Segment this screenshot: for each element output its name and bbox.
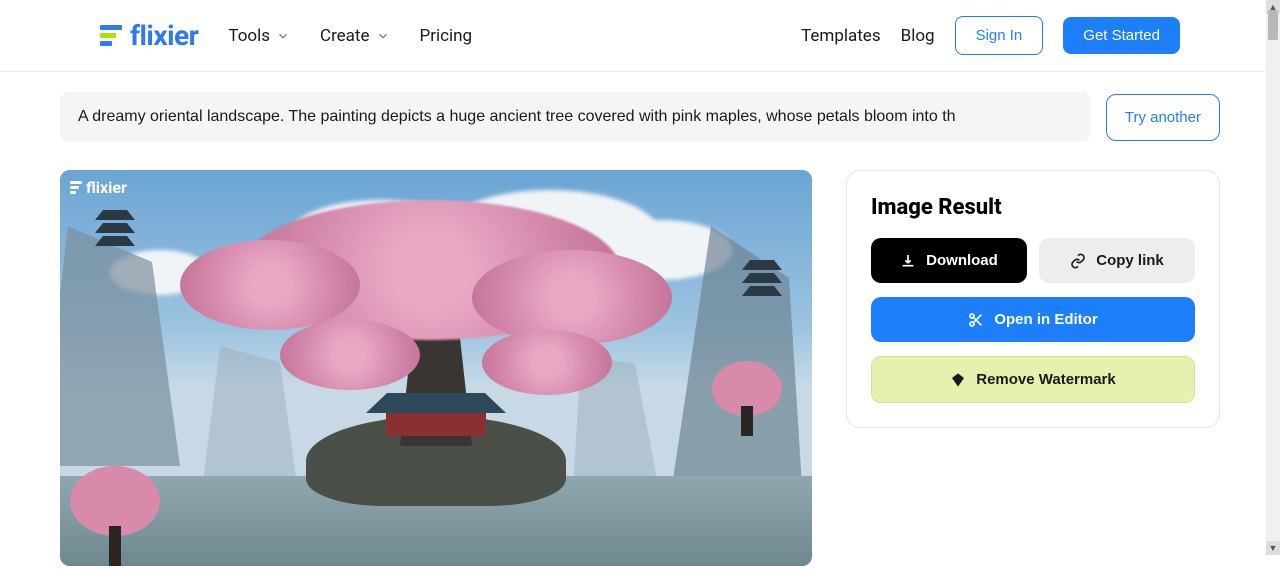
nav-create[interactable]: Create [320,26,390,46]
signin-button[interactable]: Sign In [955,16,1044,55]
content-row: flixier Image Result Download Copy link … [60,170,1220,566]
watermark-logo-icon [70,181,82,194]
chevron-down-icon [276,29,290,43]
scene-illustration [60,170,812,566]
nav-tools[interactable]: Tools [228,26,290,46]
result-sidebar: Image Result Download Copy link Open in … [846,170,1220,428]
watermark: flixier [70,178,127,197]
result-title: Image Result [871,195,1195,220]
diamond-icon [950,372,966,388]
nav-pricing-label: Pricing [420,26,473,46]
generated-image[interactable]: flixier [60,170,812,566]
logo-mark-icon [100,25,122,46]
logo-text: flixier [130,19,198,52]
download-label: Download [926,252,998,269]
watermark-text: flixier [86,178,127,197]
main: Try another f [0,72,1280,586]
scroll-thumb[interactable] [1268,10,1278,40]
nav-tools-label: Tools [228,26,270,46]
download-button[interactable]: Download [871,238,1027,283]
try-another-button[interactable]: Try another [1106,94,1220,141]
nav-create-label: Create [320,26,370,46]
nav-templates-label: Templates [801,26,881,46]
getstarted-button[interactable]: Get Started [1063,17,1180,54]
nav-templates[interactable]: Templates [801,26,881,46]
prompt-row: Try another [60,92,1220,142]
link-icon [1070,253,1086,269]
logo[interactable]: flixier [100,19,198,52]
open-editor-button[interactable]: Open in Editor [871,297,1195,342]
copylink-label: Copy link [1096,252,1164,269]
prompt-input[interactable] [60,92,1090,142]
remove-watermark-label: Remove Watermark [976,371,1116,388]
header: flixier Tools Create Pricing Templates B… [0,0,1280,72]
nav-pricing[interactable]: Pricing [420,26,473,46]
scissors-icon [968,312,984,328]
remove-watermark-button[interactable]: Remove Watermark [871,356,1195,403]
chevron-down-icon [376,29,390,43]
copylink-button[interactable]: Copy link [1039,238,1195,283]
nav-right: Templates Blog Sign In Get Started [801,16,1180,55]
nav-blog[interactable]: Blog [901,26,935,46]
nav-blog-label: Blog [901,26,935,46]
download-icon [900,253,916,269]
scroll-down-icon[interactable]: ▼ [1266,541,1280,555]
nav-left: Tools Create Pricing [228,26,472,46]
scrollbar[interactable]: ▲ ▼ [1266,0,1280,555]
open-editor-label: Open in Editor [994,311,1097,328]
